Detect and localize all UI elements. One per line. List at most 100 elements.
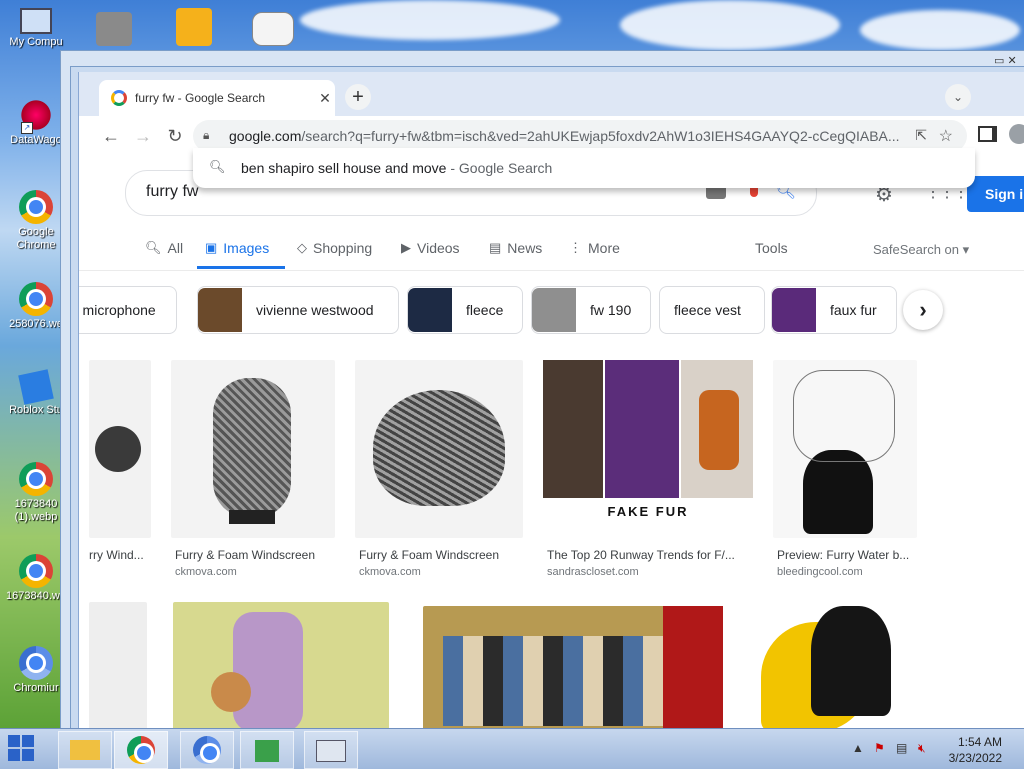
tab-label: All <box>167 240 184 256</box>
chip-label: fw 190 <box>590 302 632 318</box>
suggestion-query: ben shapiro sell house and move <box>241 160 447 176</box>
windscreen-fur-shape <box>213 378 291 518</box>
back-arrow-icon[interactable]: ← <box>99 124 123 148</box>
sign-in-button[interactable]: Sign in <box>967 176 1024 212</box>
play-icon: ▶ <box>401 240 411 255</box>
chip[interactable]: fleece <box>407 286 523 334</box>
app-icon <box>255 740 279 762</box>
url-host: google.com <box>229 128 302 144</box>
chip-label: vivienne westwood <box>256 302 374 318</box>
taskbar: ▲ ⚑ ▤ 🔇︎ 1:54 AM 3/23/2022 <box>0 728 1024 769</box>
tab-images[interactable]: ▣ Images <box>205 240 269 256</box>
tab-videos[interactable]: ▶ Videos <box>401 240 460 256</box>
tab-close-icon[interactable]: ✕ <box>315 90 335 107</box>
datawagon-icon: ↗ <box>19 98 53 134</box>
chip-label: fleece vest <box>674 302 741 318</box>
address-url: google.com/search?q=furry+fw&tbm=isch&ve… <box>229 128 899 144</box>
desktop-icon-cow[interactable] <box>252 12 294 46</box>
clock-time[interactable]: 1:54 AM <box>958 735 1002 749</box>
news-icon: ▤ <box>489 240 502 255</box>
suggestion-text: ben shapiro sell house and move - Google… <box>241 160 552 176</box>
reload-icon[interactable]: ↻ <box>163 124 187 148</box>
network-icon[interactable]: ▤ <box>896 741 907 755</box>
safesearch-toggle[interactable]: SafeSearch on ▾ <box>873 242 969 258</box>
google-favicon-icon <box>111 90 127 106</box>
tab-all[interactable]: 🔍︎ All <box>145 240 183 256</box>
clock-date[interactable]: 3/23/2022 <box>949 751 1002 765</box>
chip[interactable]: fw 190 <box>531 286 651 334</box>
result-thumbnail <box>173 602 389 732</box>
share-icon[interactable]: ⇱ <box>915 127 927 144</box>
image-overlay-text: FAKE FUR <box>607 504 689 519</box>
system-tray: ▲ ⚑ ▤ 🔇︎ 1:54 AM 3/23/2022 <box>844 729 1024 769</box>
new-tab-button[interactable]: + <box>345 84 371 110</box>
tab-news[interactable]: ▤ News <box>489 240 542 256</box>
chip[interactable]: vivienne westwood <box>197 286 399 334</box>
desktop-icon-1673840[interactable]: 1673840.we <box>4 554 68 603</box>
desktop-icon-cartoon-avatar[interactable] <box>176 8 212 46</box>
desktop-icon-label: Roblox Stu <box>9 404 63 416</box>
result-caption: rry Wind... <box>89 548 144 562</box>
taskbar-chromium[interactable] <box>180 731 234 769</box>
search-results-page: furry fw 🔍︎ ⚙ ⋮⋮⋮ Sign in 🔍︎All ▣Images … <box>79 156 1024 736</box>
start-button[interactable] <box>8 735 38 763</box>
more-vert-icon: ⋮ <box>569 240 582 255</box>
chip-label: faux fur <box>830 302 877 318</box>
desktop-icon-my-computer[interactable]: My Compu <box>4 8 68 49</box>
bookmark-star-icon[interactable]: ☆ <box>939 126 953 146</box>
search-query[interactable]: furry fw <box>146 183 198 201</box>
tab-google-search[interactable]: furry fw - Google Search ✕ <box>99 80 335 116</box>
tab-label: News <box>507 240 543 256</box>
desktop-icon-datawagon[interactable]: ↗ DataWago <box>4 98 68 147</box>
desktop-icon-chromium[interactable]: Chromiur <box>4 646 68 695</box>
result-site: ckmova.com <box>175 566 237 578</box>
search-icon: 🔍︎ <box>145 240 162 255</box>
chip[interactable]: r microphone <box>78 286 177 334</box>
desktop-icon-258076[interactable]: 258076.we <box>4 282 68 331</box>
chip-label: r microphone <box>78 302 156 318</box>
chip[interactable]: fleece vest <box>659 286 765 334</box>
red-character <box>663 606 723 732</box>
tab-more[interactable]: ⋮ More <box>569 240 620 256</box>
chromium-icon <box>19 646 53 680</box>
chip[interactable]: faux fur <box>771 286 897 334</box>
taskbar-app-monitor[interactable] <box>304 731 358 769</box>
cartoon-character <box>233 612 303 732</box>
profile-avatar-icon[interactable] <box>1009 124 1024 144</box>
suggestion-source: - Google Search <box>446 160 553 176</box>
chevron-right-icon[interactable]: › <box>903 290 943 330</box>
taskbar-app-green[interactable] <box>240 731 294 769</box>
runway-photo <box>543 360 603 498</box>
desktop-icon-label: My Compu <box>9 36 63 48</box>
taskbar-chrome[interactable] <box>114 731 168 769</box>
cloud <box>300 0 560 40</box>
desktop-icon-app-gray[interactable] <box>96 12 132 46</box>
taskbar-file-explorer[interactable] <box>58 731 112 769</box>
roblox-studio-icon <box>18 369 54 405</box>
desktop-icon-roblox-studio[interactable]: Roblox Stu <box>4 369 68 417</box>
cartoon-character <box>211 672 251 712</box>
result-thumbnail <box>89 360 151 538</box>
chrome-icon <box>127 736 155 764</box>
chevron-up-icon[interactable]: ▲ <box>852 741 864 755</box>
result-thumbnail: FAKE FUR <box>543 360 753 538</box>
cloud <box>620 0 840 50</box>
tab-shopping[interactable]: ◇ Shopping <box>297 240 372 256</box>
side-panel-icon[interactable] <box>978 126 997 142</box>
tools-button[interactable]: Tools <box>755 240 788 256</box>
desktop-icon-1673840-1[interactable]: 1673840 (1).webp <box>4 462 68 524</box>
chrome-icon <box>19 554 53 588</box>
desktop-icon-label: 1673840.we <box>6 590 66 602</box>
tab-label: More <box>588 240 620 256</box>
volume-muted-icon[interactable]: 🔇︎ <box>918 741 926 756</box>
tab-search-icon[interactable]: ⌄ <box>945 84 971 110</box>
forward-arrow-icon[interactable]: → <box>131 124 155 148</box>
action-center-icon[interactable]: ⚑ <box>874 741 885 755</box>
windscreen-base-shape <box>229 510 275 524</box>
desktop-icon-label: 258076.we <box>9 318 63 330</box>
result-thumbnail <box>751 602 917 732</box>
omnibox-suggestion-dropdown[interactable]: 🔍︎ ben shapiro sell house and move - Goo… <box>193 148 975 188</box>
chip-label: fleece <box>466 302 504 318</box>
desktop-icon-google-chrome[interactable]: Google Chrome <box>4 190 68 252</box>
result-thumbnail <box>423 606 723 732</box>
